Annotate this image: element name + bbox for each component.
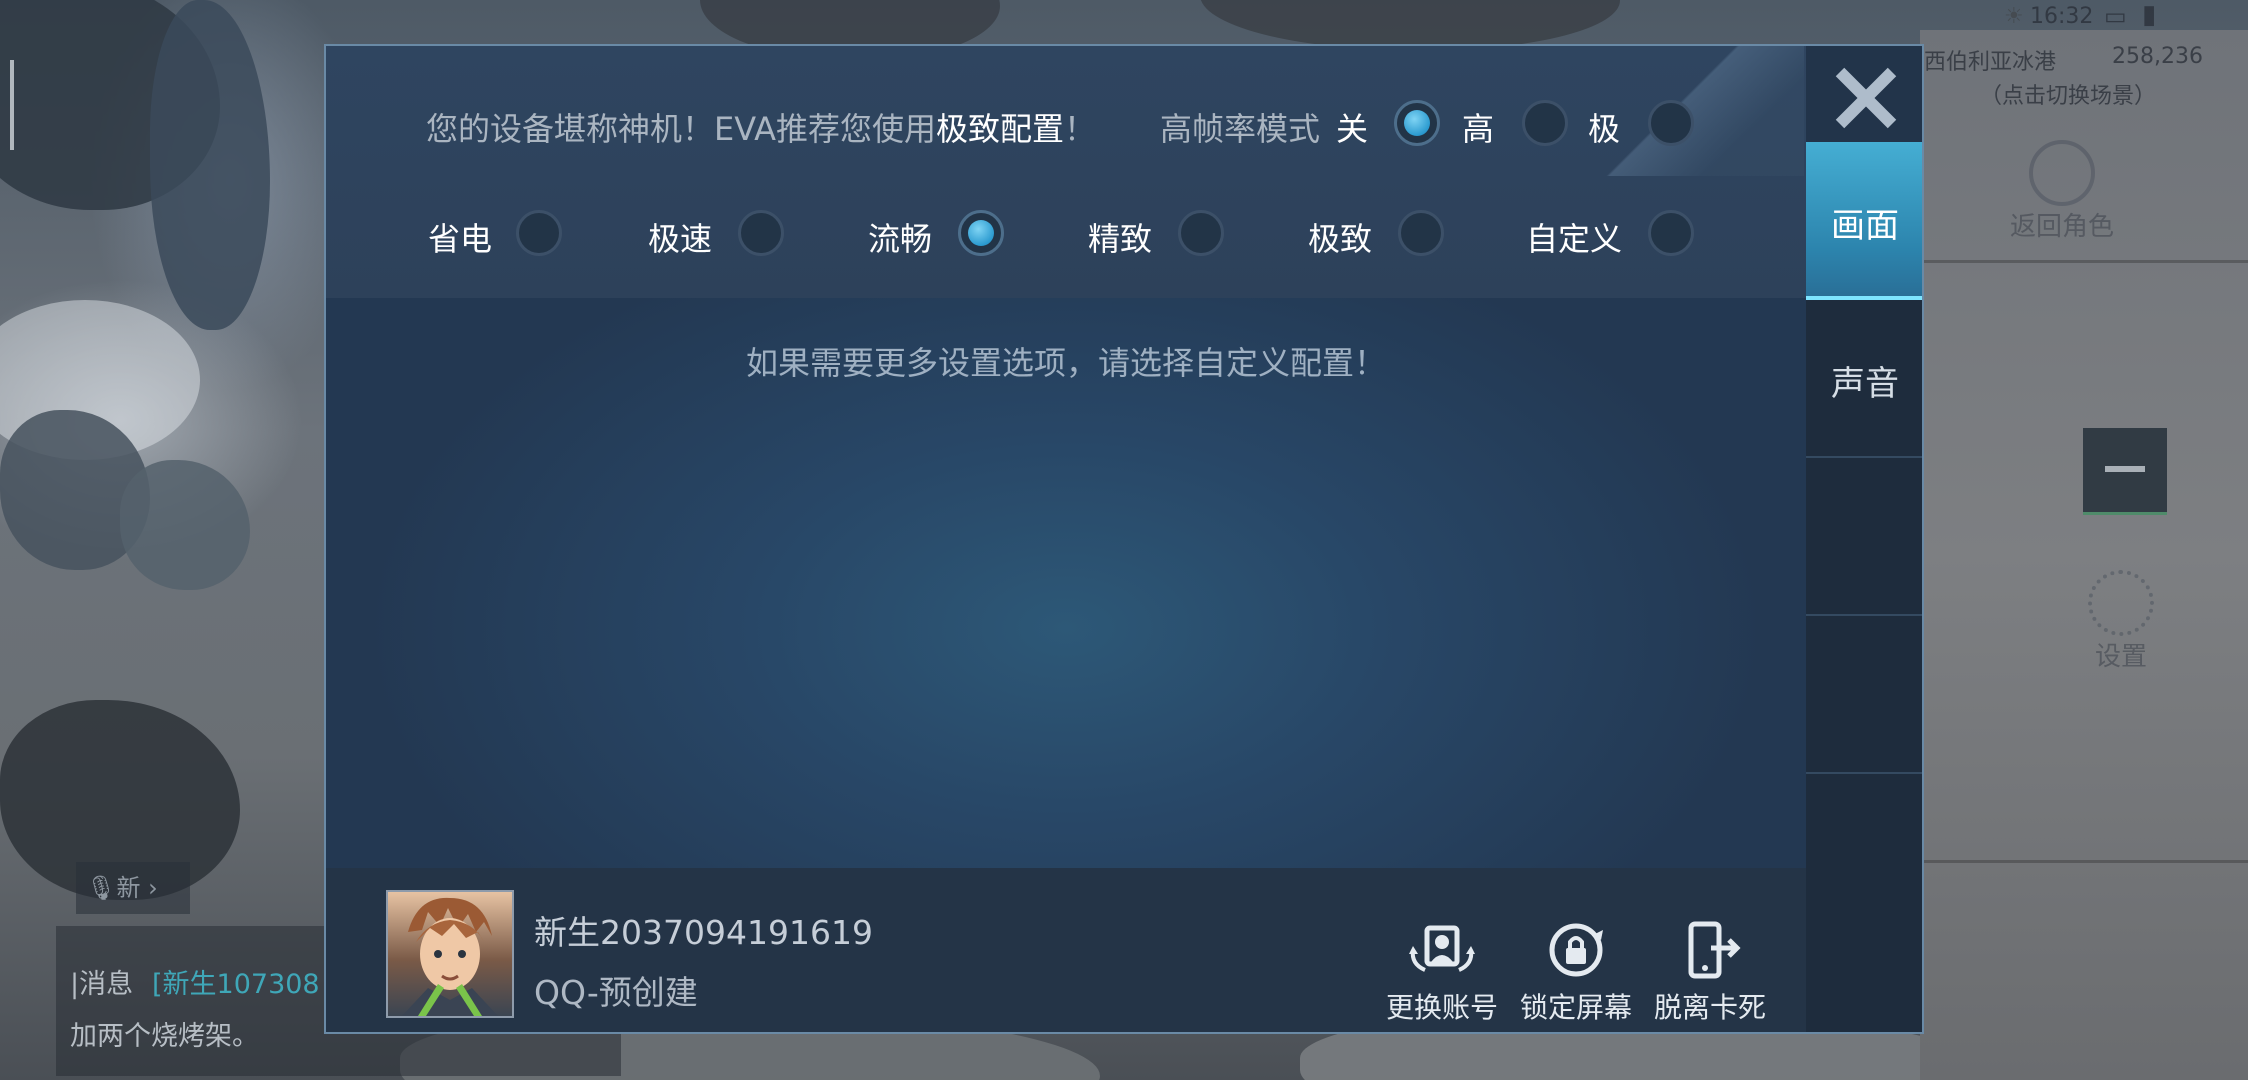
chat-channel: |消息 (70, 969, 134, 1000)
location-name[interactable]: 西伯利亚冰港 (1924, 44, 2056, 76)
switch-scene-hint[interactable]: （点击切换场景） (1980, 78, 2156, 110)
switch-account-icon (1409, 925, 1475, 972)
hfr-ultra-label: 极 (1588, 110, 1621, 148)
chat-message: 加两个烧烤架。 (70, 1021, 259, 1052)
account-name: 新生2037094191619 (534, 913, 873, 952)
quality-custom-radio[interactable] (1648, 210, 1694, 256)
voice-label: 新 (116, 874, 141, 902)
tab-graphics[interactable]: 画面 (1806, 142, 1922, 300)
lock-screen-label: 锁定屏幕 (1519, 991, 1632, 1024)
tab-label: 画面 (1831, 206, 1899, 246)
quality-speed-radio[interactable] (738, 210, 784, 256)
quality-option-label: 省电 (428, 220, 493, 258)
settings-content-area (326, 298, 1806, 912)
switch-account-button[interactable]: 更换账号 (1378, 920, 1506, 1026)
custom-config-hint: 如果需要更多设置选项，请选择自定义配置！ (745, 344, 1386, 382)
minimize-button[interactable] (2083, 428, 2167, 515)
hfr-mode-label: 高帧率模式 (1160, 110, 1321, 148)
close-area (1806, 46, 1922, 142)
quality-powersave-radio[interactable] (516, 210, 562, 256)
settings-panel: 您的设备堪称神机！EVA推荐您使用极致配置！ 高帧率模式 关 高 极 省电 极速… (324, 44, 1924, 1034)
switch-account-label: 更换账号 (1385, 991, 1498, 1024)
unstuck-label: 脱离卡死 (1653, 991, 1766, 1024)
tab-sound[interactable]: 声音 (1806, 300, 1922, 458)
quality-option-label: 极速 (648, 220, 713, 258)
quality-option-label: 流畅 (868, 220, 933, 258)
tab-empty (1806, 616, 1922, 774)
lock-icon (1549, 923, 1603, 977)
wall-seam (1920, 260, 2248, 263)
hfr-off-radio[interactable] (1394, 100, 1440, 146)
quality-option-label: 自定义 (1526, 220, 1623, 258)
return-role-button[interactable]: 返回角色 (2010, 140, 2114, 243)
gear-icon (2088, 570, 2154, 636)
signal-icon: ▮ (2142, 0, 2157, 30)
location-coords: 258,236 (2112, 44, 2203, 69)
character-icon (2029, 140, 2095, 206)
hfr-ultra-radio[interactable] (1648, 100, 1694, 146)
avatar[interactable] (386, 890, 514, 1018)
settings-label: 设置 (2094, 642, 2147, 672)
battery-icon: ▭ (2104, 2, 2127, 30)
unstuck-button[interactable]: 脱离卡死 (1646, 920, 1774, 1026)
minus-icon (2105, 466, 2145, 472)
phone-exit-icon (1688, 921, 1741, 979)
hfr-off-label: 关 (1336, 110, 1369, 148)
quality-options-area (326, 46, 1806, 298)
quality-option-label: 极致 (1308, 220, 1373, 258)
quality-option-label: 精致 (1088, 220, 1153, 258)
voice-channel-button[interactable]: 🎙新 › (76, 862, 190, 914)
return-role-label: 返回角色 (2010, 212, 2115, 242)
hfr-high-radio[interactable] (1522, 100, 1568, 146)
quality-smooth-radio[interactable] (958, 210, 1004, 256)
edge-handle[interactable] (10, 60, 14, 150)
settings-button[interactable]: 设置 (2088, 570, 2154, 673)
recommend-text: 您的设备堪称神机！EVA推荐您使用极致配置！ (426, 110, 1096, 148)
recommend-highlight: 极致配置 (935, 110, 1064, 148)
chat-sender[interactable]: [新生107308 (152, 962, 320, 1001)
sun-icon: ☀ (2004, 4, 2024, 29)
panel-corner-decoration (1604, 46, 1804, 176)
quality-extreme-radio[interactable] (1398, 210, 1444, 256)
tab-label: 声音 (1831, 364, 1899, 404)
hfr-high-label: 高 (1462, 110, 1495, 148)
status-time: 16:32 (2030, 4, 2094, 29)
account-platform: QQ-预创建 (534, 973, 698, 1012)
close-icon[interactable] (1826, 58, 1906, 138)
settings-tabs: 画面 声音 (1806, 46, 1922, 1032)
wall-seam (1920, 860, 2248, 863)
quality-fine-radio[interactable] (1178, 210, 1224, 256)
tab-empty (1806, 458, 1922, 616)
lock-screen-button[interactable]: 锁定屏幕 (1512, 920, 1640, 1026)
